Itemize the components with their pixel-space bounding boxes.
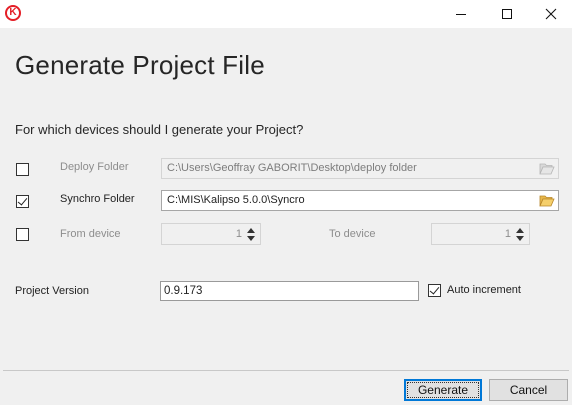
synchro-folder-checkbox[interactable]: [16, 195, 29, 208]
synchro-folder-label: Synchro Folder: [60, 193, 135, 205]
synchro-folder-browse-button[interactable]: [538, 191, 556, 210]
to-device-label: To device: [329, 228, 376, 240]
close-icon: [545, 8, 557, 20]
kalipso-logo-icon: [5, 5, 21, 21]
minimize-icon: [456, 14, 466, 15]
deploy-folder-value: C:\Users\Geoffray GABORIT\Desktop\deploy…: [167, 162, 417, 174]
synchro-folder-field[interactable]: C:\MIS\Kalipso 5.0.0\Syncro: [161, 190, 559, 211]
from-device-stepper[interactable]: 1: [161, 223, 261, 245]
project-version-input[interactable]: 0.9.173: [160, 281, 419, 301]
from-device-checkbox[interactable]: [16, 228, 29, 241]
auto-increment-checkbox[interactable]: [428, 284, 441, 297]
to-device-stepper[interactable]: 1: [431, 223, 530, 245]
cancel-button[interactable]: Cancel: [489, 379, 568, 401]
arrow-down-icon[interactable]: [516, 236, 524, 241]
page-title: Generate Project File: [15, 50, 265, 80]
maximize-icon: [502, 9, 512, 19]
deploy-folder-label: Deploy Folder: [60, 161, 129, 173]
arrow-down-icon[interactable]: [247, 236, 255, 241]
auto-increment-label: Auto increment: [447, 284, 521, 296]
from-device-arrows[interactable]: [244, 224, 260, 244]
synchro-folder-value: C:\MIS\Kalipso 5.0.0\Syncro: [167, 194, 305, 206]
maximize-button[interactable]: [484, 0, 530, 28]
from-device-value: 1: [235, 228, 242, 240]
deploy-folder-browse-button[interactable]: [538, 159, 556, 178]
folder-open-icon: [539, 163, 555, 175]
devices-question: For which devices should I generate your…: [15, 122, 304, 137]
to-device-value: 1: [504, 228, 511, 240]
close-button[interactable]: [528, 0, 572, 28]
project-version-label: Project Version: [15, 285, 89, 297]
footer-divider: [3, 370, 569, 371]
deploy-folder-field[interactable]: C:\Users\Geoffray GABORIT\Desktop\deploy…: [161, 158, 559, 179]
title-bar: [0, 0, 572, 28]
generate-button[interactable]: Generate: [404, 379, 482, 401]
folder-open-icon: [539, 195, 555, 207]
from-device-label: From device: [60, 228, 121, 240]
deploy-folder-checkbox[interactable]: [16, 163, 29, 176]
arrow-up-icon[interactable]: [247, 228, 255, 233]
to-device-arrows[interactable]: [513, 224, 529, 244]
project-version-value: 0.9.173: [164, 285, 203, 297]
dialog-content: Generate Project File For which devices …: [0, 28, 572, 405]
arrow-up-icon[interactable]: [516, 228, 524, 233]
minimize-button[interactable]: [438, 0, 484, 28]
